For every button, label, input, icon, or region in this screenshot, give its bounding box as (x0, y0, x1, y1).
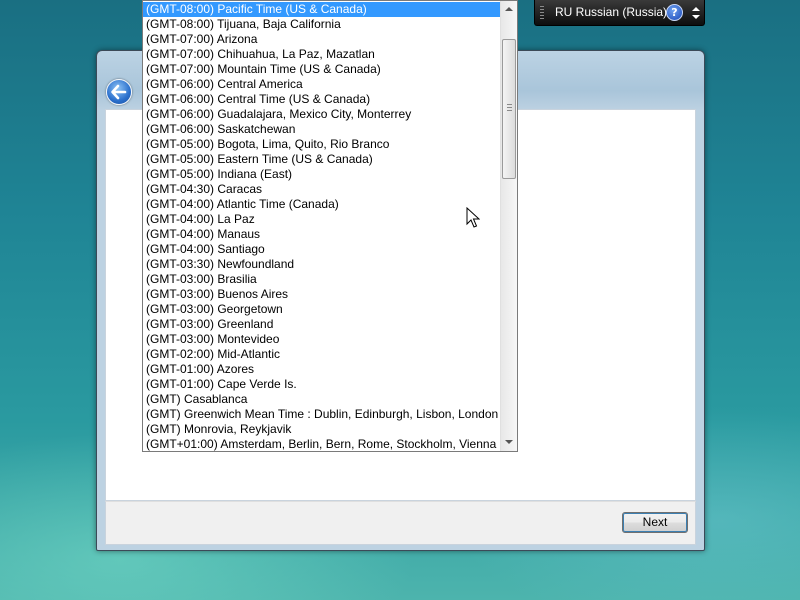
timezone-option[interactable]: (GMT-04:00) La Paz (143, 212, 500, 227)
timezone-option[interactable]: (GMT-06:00) Central Time (US & Canada) (143, 92, 500, 107)
timezone-option[interactable]: (GMT) Monrovia, Reykjavik (143, 422, 500, 437)
grip-icon[interactable] (540, 6, 544, 20)
next-button[interactable]: Next (622, 512, 688, 533)
mouse-cursor-icon (466, 207, 480, 228)
timezone-option[interactable]: (GMT+01:00) Amsterdam, Berlin, Bern, Rom… (143, 437, 500, 451)
timezone-option[interactable]: (GMT-04:00) Atlantic Time (Canada) (143, 197, 500, 212)
timezone-option[interactable]: (GMT) Greenwich Mean Time : Dublin, Edin… (143, 407, 500, 422)
timezone-option[interactable]: (GMT-03:00) Buenos Aires (143, 287, 500, 302)
language-bar[interactable]: RU Russian (Russia) ? (534, 0, 705, 26)
timezone-option[interactable]: (GMT-02:00) Mid-Atlantic (143, 347, 500, 362)
back-button[interactable] (106, 79, 132, 105)
language-label[interactable]: RU Russian (Russia) (555, 5, 667, 19)
timezone-option[interactable]: (GMT-01:00) Azores (143, 362, 500, 377)
timezone-option[interactable]: (GMT-04:00) Manaus (143, 227, 500, 242)
help-icon[interactable]: ? (666, 4, 683, 21)
scroll-down-arrow-icon[interactable] (501, 434, 517, 451)
options-arrows-icon[interactable] (691, 4, 701, 22)
scroll-thumb[interactable] (502, 39, 516, 179)
footer-bar: Next (105, 501, 696, 545)
scrollbar[interactable] (500, 1, 517, 451)
timezone-option[interactable]: (GMT-07:00) Arizona (143, 32, 500, 47)
timezone-option[interactable]: (GMT-06:00) Central America (143, 77, 500, 92)
timezone-option[interactable]: (GMT-03:00) Georgetown (143, 302, 500, 317)
timezone-option[interactable]: (GMT-01:00) Cape Verde Is. (143, 377, 500, 392)
timezone-option[interactable]: (GMT-07:00) Chihuahua, La Paz, Mazatlan (143, 47, 500, 62)
timezone-option[interactable]: (GMT-03:00) Greenland (143, 317, 500, 332)
timezone-dropdown-list[interactable]: (GMT-08:00) Pacific Time (US & Canada) (G… (142, 0, 518, 452)
timezone-option[interactable]: (GMT-03:00) Montevideo (143, 332, 500, 347)
scroll-up-arrow-icon[interactable] (501, 1, 517, 18)
timezone-option[interactable]: (GMT-05:00) Eastern Time (US & Canada) (143, 152, 500, 167)
timezone-option[interactable]: (GMT-05:00) Bogota, Lima, Quito, Rio Bra… (143, 137, 500, 152)
timezone-option[interactable]: (GMT-04:00) Santiago (143, 242, 500, 257)
timezone-options: (GMT-08:00) Pacific Time (US & Canada) (G… (143, 2, 500, 451)
timezone-option[interactable]: (GMT-05:00) Indiana (East) (143, 167, 500, 182)
thumb-grip-icon (507, 104, 512, 112)
timezone-option[interactable]: (GMT-03:30) Newfoundland (143, 257, 500, 272)
timezone-option[interactable]: (GMT-06:00) Guadalajara, Mexico City, Mo… (143, 107, 500, 122)
timezone-option[interactable]: (GMT-08:00) Pacific Time (US & Canada) (143, 2, 500, 17)
timezone-option[interactable]: (GMT-07:00) Mountain Time (US & Canada) (143, 62, 500, 77)
timezone-option[interactable]: (GMT) Casablanca (143, 392, 500, 407)
timezone-option[interactable]: (GMT-04:30) Caracas (143, 182, 500, 197)
timezone-option[interactable]: (GMT-06:00) Saskatchewan (143, 122, 500, 137)
back-arrow-icon (111, 84, 127, 100)
timezone-option[interactable]: (GMT-08:00) Tijuana, Baja California (143, 17, 500, 32)
timezone-option[interactable]: (GMT-03:00) Brasilia (143, 272, 500, 287)
